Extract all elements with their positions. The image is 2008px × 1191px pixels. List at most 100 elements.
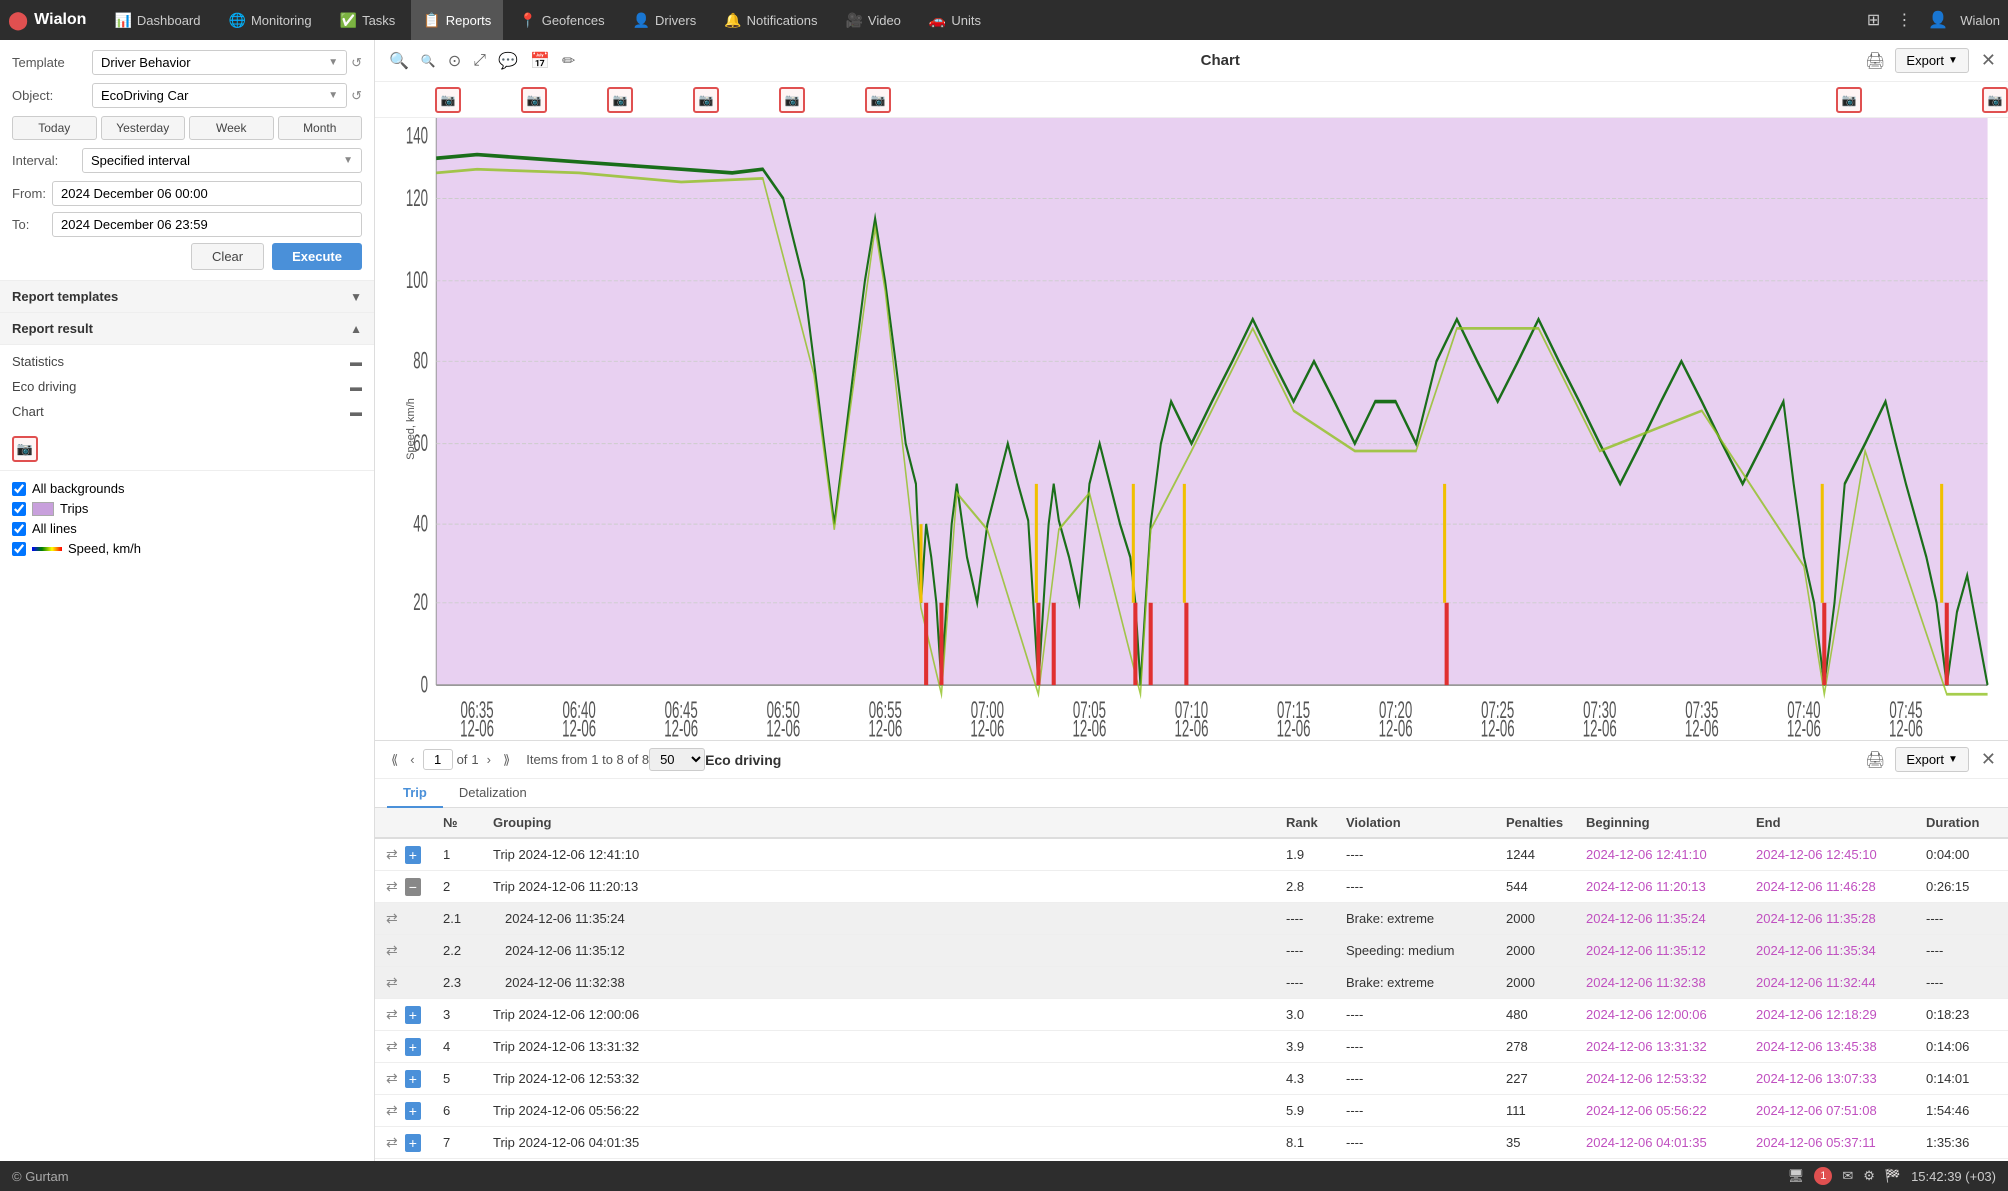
user-icon[interactable]: 👤 — [1924, 6, 1952, 34]
prev-page-btn[interactable]: ‹ — [406, 750, 418, 769]
camera-3[interactable]: 📷 — [607, 87, 633, 113]
row-beginning[interactable]: 2024-12-06 05:56:22 — [1578, 1095, 1748, 1127]
camera-icon-left[interactable]: 📷 — [12, 436, 38, 462]
app-logo[interactable]: ⬤ Wialon — [8, 10, 86, 31]
row-beginning[interactable]: 2024-12-06 04:01:35 — [1578, 1127, 1748, 1159]
expand-icon[interactable]: ⤢ — [471, 50, 488, 72]
row-end[interactable]: 2024-12-06 12:18:29 — [1748, 999, 1918, 1031]
username[interactable]: Wialon — [1960, 13, 2000, 28]
row-beginning[interactable]: 2024-12-06 12:53:32 — [1578, 1063, 1748, 1095]
trips-checkbox[interactable] — [12, 502, 26, 516]
row-end[interactable]: 2024-12-06 11:46:28 — [1748, 871, 1918, 903]
month-btn[interactable]: Month — [278, 116, 363, 140]
tab-trip[interactable]: Trip — [387, 779, 443, 808]
zoom-reset-icon[interactable]: ⊙ — [446, 49, 463, 73]
week-btn[interactable]: Week — [189, 116, 274, 140]
object-select[interactable]: EcoDriving Car ▼ — [92, 83, 347, 108]
row-end[interactable]: 2024-12-06 11:32:44 — [1748, 967, 1918, 999]
zoom-out-icon[interactable]: 🔍 — [387, 49, 411, 73]
nav-dashboard[interactable]: 📊 Dashboard — [102, 0, 212, 40]
clear-button[interactable]: Clear — [191, 243, 264, 270]
row-beginning[interactable]: 2024-12-06 12:41:10 — [1578, 838, 1748, 871]
row-end[interactable]: 2024-12-06 11:35:28 — [1748, 903, 1918, 935]
result-item-chart[interactable]: Chart ▬ — [0, 399, 374, 424]
nav-geofences[interactable]: 📍 Geofences — [507, 0, 616, 40]
row-add-icon[interactable]: + — [405, 1134, 421, 1152]
tab-detalization[interactable]: Detalization — [443, 779, 543, 808]
grid-icon[interactable]: ⊞ — [1863, 6, 1884, 34]
nav-tasks[interactable]: ✅ Tasks — [328, 0, 408, 40]
row-add-icon[interactable]: + — [405, 1038, 421, 1056]
row-sync-icon[interactable]: ⇄ — [383, 845, 401, 864]
template-refresh-icon[interactable]: ↺ — [351, 55, 362, 71]
today-btn[interactable]: Today — [12, 116, 97, 140]
nav-drivers[interactable]: 👤 Drivers — [621, 0, 709, 40]
first-page-btn[interactable]: ⟪ — [387, 750, 402, 770]
report-result-header[interactable]: Report result ▲ — [0, 313, 374, 345]
table-print-icon[interactable]: 🖨 — [1863, 748, 1887, 772]
row-sync-icon[interactable]: ⇄ — [383, 1101, 401, 1120]
row-sync-icon[interactable]: ⇄ — [383, 909, 401, 928]
template-select[interactable]: Driver Behavior ▼ — [92, 50, 347, 75]
camera-8[interactable]: 📷 — [1982, 87, 2008, 113]
zoom-in-icon[interactable]: 🔍 — [419, 52, 438, 70]
row-beginning[interactable]: 2024-12-06 11:35:12 — [1578, 935, 1748, 967]
all-backgrounds-checkbox[interactable] — [12, 482, 26, 496]
object-refresh-icon[interactable]: ↺ — [351, 88, 362, 104]
row-beginning[interactable]: 2024-12-06 11:20:13 — [1578, 871, 1748, 903]
result-item-eco-driving[interactable]: Eco driving ▬ — [0, 374, 374, 399]
nav-notifications[interactable]: 🔔 Notifications — [712, 0, 829, 40]
row-sync-icon[interactable]: ⇄ — [383, 1005, 401, 1024]
row-sync-icon[interactable]: ⇄ — [383, 877, 401, 896]
last-page-btn[interactable]: ⟫ — [499, 750, 514, 770]
per-page-select[interactable]: 10 25 50 100 — [649, 748, 705, 771]
notification-badge[interactable]: 1 — [1814, 1167, 1832, 1185]
row-minus-icon[interactable]: − — [405, 878, 421, 896]
row-beginning[interactable]: 2024-12-06 13:31:32 — [1578, 1031, 1748, 1063]
table-close-btn[interactable]: ✕ — [1981, 749, 1996, 770]
chart-close-btn[interactable]: ✕ — [1981, 50, 1996, 71]
row-sync-icon[interactable]: ⇄ — [383, 1037, 401, 1056]
table-export-btn[interactable]: Export ▼ — [1895, 747, 1968, 772]
execute-button[interactable]: Execute — [272, 243, 362, 270]
pen-icon[interactable]: ✏ — [560, 49, 577, 73]
from-input[interactable] — [52, 181, 362, 206]
yesterday-btn[interactable]: Yesterday — [101, 116, 186, 140]
row-beginning[interactable]: 2024-12-06 11:32:38 — [1578, 967, 1748, 999]
nav-video[interactable]: 🎥 Video — [833, 0, 912, 40]
interval-select[interactable]: Specified interval ▼ — [82, 148, 362, 173]
page-input[interactable] — [423, 749, 453, 770]
camera-7[interactable]: 📷 — [1836, 87, 1862, 113]
row-beginning[interactable]: 2024-12-06 11:35:24 — [1578, 903, 1748, 935]
row-end[interactable]: 2024-12-06 11:35:34 — [1748, 935, 1918, 967]
nav-monitoring[interactable]: 🌐 Monitoring — [217, 0, 324, 40]
camera-4[interactable]: 📷 — [693, 87, 719, 113]
to-input[interactable] — [52, 212, 362, 237]
result-item-statistics[interactable]: Statistics ▬ — [0, 349, 374, 374]
row-sync-icon[interactable]: ⇄ — [383, 1133, 401, 1152]
row-end[interactable]: 2024-12-06 13:07:33 — [1748, 1063, 1918, 1095]
camera-6[interactable]: 📷 — [865, 87, 891, 113]
chart-export-btn[interactable]: Export ▼ — [1895, 48, 1968, 73]
next-page-btn[interactable]: › — [483, 750, 495, 769]
more-icon[interactable]: ⋮ — [1892, 6, 1916, 34]
nav-units[interactable]: 🚗 Units — [917, 0, 993, 40]
row-end[interactable]: 2024-12-06 13:45:38 — [1748, 1031, 1918, 1063]
row-add-icon[interactable]: + — [405, 1102, 421, 1120]
row-sync-icon[interactable]: ⇄ — [383, 941, 401, 960]
row-sync-icon[interactable]: ⇄ — [383, 1069, 401, 1088]
calendar-icon[interactable]: 📅 — [528, 49, 552, 73]
nav-reports[interactable]: 📋 Reports — [411, 0, 503, 40]
camera-5[interactable]: 📷 — [779, 87, 805, 113]
camera-2[interactable]: 📷 — [521, 87, 547, 113]
comment-icon[interactable]: 💬 — [496, 49, 520, 73]
row-add-icon[interactable]: + — [405, 1070, 421, 1088]
row-beginning[interactable]: 2024-12-06 12:00:06 — [1578, 999, 1748, 1031]
all-lines-checkbox[interactable] — [12, 522, 26, 536]
speed-checkbox[interactable] — [12, 542, 26, 556]
chart-print-icon[interactable]: 🖨 — [1863, 49, 1887, 73]
camera-1[interactable]: 📷 — [435, 87, 461, 113]
row-sync-icon[interactable]: ⇄ — [383, 973, 401, 992]
row-add-icon[interactable]: + — [405, 846, 421, 864]
row-end[interactable]: 2024-12-06 05:37:11 — [1748, 1127, 1918, 1159]
